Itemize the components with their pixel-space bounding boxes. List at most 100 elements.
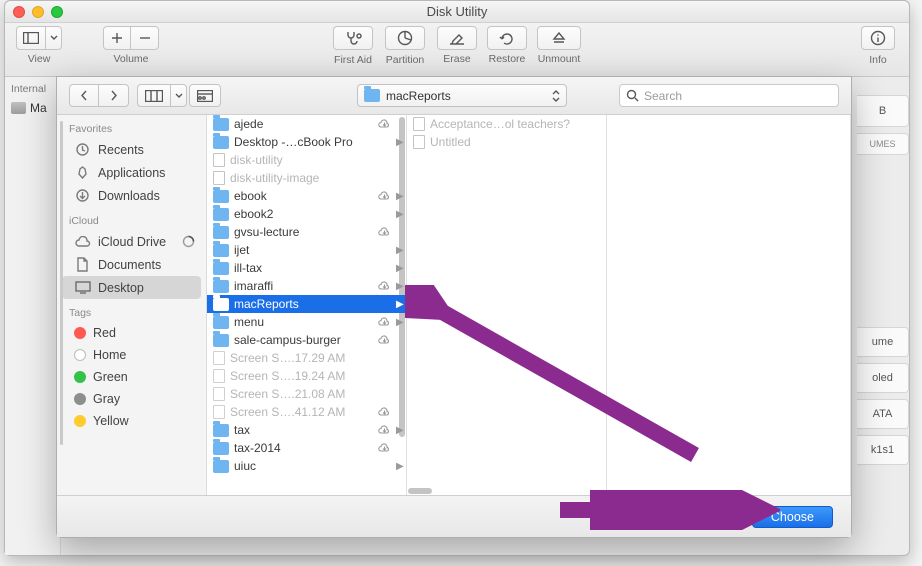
view-label: View bbox=[15, 53, 63, 65]
sidebar-label: iCloud Drive bbox=[98, 235, 166, 249]
volume-buttons[interactable] bbox=[103, 26, 159, 50]
nav-forward-button[interactable] bbox=[99, 84, 129, 107]
sidebar-item-applications[interactable]: Applications bbox=[62, 161, 201, 184]
sidebar-icon bbox=[21, 28, 41, 48]
internal-heading: Internal bbox=[5, 77, 60, 98]
info-button[interactable] bbox=[861, 26, 895, 50]
unmount-label: Unmount bbox=[537, 53, 581, 65]
open-panel-footer: Cancel Choose bbox=[57, 495, 851, 537]
sidebar-tag-home[interactable]: Home bbox=[62, 344, 201, 366]
harddisk-icon bbox=[11, 102, 26, 114]
file-row[interactable]: imaraffi▶ bbox=[207, 277, 406, 295]
unmount-button[interactable] bbox=[537, 26, 581, 50]
file-row[interactable]: macReports▶ bbox=[207, 295, 406, 313]
nav-history bbox=[69, 84, 129, 107]
cancel-button[interactable]: Cancel bbox=[663, 506, 740, 528]
volume-remove-button[interactable] bbox=[131, 26, 159, 50]
folder-icon bbox=[213, 442, 229, 455]
file-row[interactable]: ijet▶ bbox=[207, 241, 406, 259]
sidebar-item-downloads[interactable]: Downloads bbox=[62, 184, 201, 207]
progress-icon bbox=[182, 235, 195, 248]
columns-icon bbox=[145, 90, 163, 102]
volume-label: Volume bbox=[99, 53, 163, 65]
search-field[interactable]: Search bbox=[619, 84, 839, 107]
file-row[interactable]: ebook2▶ bbox=[207, 205, 406, 223]
sidebar-tag-red[interactable]: Red bbox=[62, 322, 201, 344]
obscured-volume-panel: B umes bbox=[857, 95, 909, 161]
search-icon bbox=[626, 89, 639, 102]
file-row[interactable]: sale-campus-burger bbox=[207, 331, 406, 349]
cloud-icon bbox=[74, 234, 91, 249]
file-name: disk-utility bbox=[230, 153, 372, 167]
browser-column-3[interactable] bbox=[607, 115, 851, 495]
image-file-icon bbox=[213, 387, 225, 401]
browser-column-1[interactable]: ajede Desktop -…cBook Pro▶ disk-utility dis… bbox=[207, 115, 407, 495]
document-icon bbox=[413, 117, 425, 131]
view-button[interactable] bbox=[16, 26, 62, 50]
file-row[interactable]: Screen S….21.08 AM bbox=[207, 385, 406, 403]
file-row[interactable]: uiuc▶ bbox=[207, 457, 406, 475]
disk-row[interactable]: Ma bbox=[5, 98, 60, 118]
file-row[interactable]: disk-utility bbox=[207, 151, 406, 169]
file-row[interactable]: Desktop -…cBook Pro▶ bbox=[207, 133, 406, 151]
columns-view-button[interactable] bbox=[137, 84, 171, 107]
view-mode-picker[interactable] bbox=[137, 84, 187, 107]
disclosure-triangle-icon: ▶ bbox=[396, 191, 402, 202]
obscured-text: ume bbox=[857, 327, 909, 357]
path-popup[interactable]: macReports bbox=[357, 84, 567, 107]
file-row[interactable]: Acceptance…ol teachers? bbox=[407, 115, 606, 133]
disk-name: Ma bbox=[30, 101, 47, 115]
file-name: uiuc bbox=[234, 459, 372, 473]
partition-button[interactable] bbox=[385, 26, 425, 50]
disclosure-triangle-icon: ▶ bbox=[396, 245, 402, 256]
sidebar-tag-green[interactable]: Green bbox=[62, 366, 201, 388]
file-row[interactable]: ajede bbox=[207, 115, 406, 133]
stethoscope-icon bbox=[343, 28, 363, 48]
updown-chevron-icon bbox=[552, 88, 560, 104]
sidebar-item-documents[interactable]: Documents bbox=[62, 253, 201, 276]
first-aid-button[interactable] bbox=[333, 26, 373, 50]
sidebar-tag-gray[interactable]: Gray bbox=[62, 388, 201, 410]
erase-button[interactable] bbox=[437, 26, 477, 50]
view-mode-menu-button[interactable] bbox=[171, 84, 187, 107]
file-row[interactable]: Untitled bbox=[407, 133, 606, 151]
file-row[interactable]: ebook▶ bbox=[207, 187, 406, 205]
column-h-scrollbar[interactable] bbox=[408, 488, 432, 494]
sidebar-item-desktop[interactable]: Desktop bbox=[62, 276, 201, 299]
file-row[interactable]: gvsu-lecture bbox=[207, 223, 406, 241]
file-row[interactable]: Screen S….41.12 AM bbox=[207, 403, 406, 421]
sidebar-tag-yellow[interactable]: Yellow bbox=[62, 410, 201, 432]
disclosure-triangle-icon: ▶ bbox=[396, 317, 402, 328]
file-name: Screen S….19.24 AM bbox=[230, 369, 372, 383]
sidebar-label: Applications bbox=[98, 166, 165, 180]
file-name: ajede bbox=[234, 117, 372, 131]
sidebar-item-recents[interactable]: Recents bbox=[62, 138, 201, 161]
nav-back-button[interactable] bbox=[69, 84, 99, 107]
file-row[interactable]: disk-utility-image bbox=[207, 169, 406, 187]
file-row[interactable]: ill-tax▶ bbox=[207, 259, 406, 277]
folder-icon bbox=[213, 280, 229, 293]
sidebar-item-icloud-drive[interactable]: iCloud Drive bbox=[62, 230, 201, 253]
file-row[interactable]: tax-2014 bbox=[207, 439, 406, 457]
folder-icon bbox=[213, 226, 229, 239]
chevron-down-icon bbox=[175, 92, 183, 100]
window-title: Disk Utility bbox=[5, 1, 909, 23]
browser-column-2[interactable]: Acceptance…ol teachers?Untitled bbox=[407, 115, 607, 495]
tag-dot-icon bbox=[74, 371, 86, 383]
obscured-text: oled bbox=[857, 363, 909, 393]
sidebar-scrollbar[interactable] bbox=[60, 121, 63, 445]
sidebar-label: Recents bbox=[98, 143, 144, 157]
group-by-button[interactable] bbox=[189, 84, 221, 107]
info-label: Info bbox=[861, 54, 895, 66]
file-row[interactable]: Screen S….17.29 AM bbox=[207, 349, 406, 367]
file-row[interactable]: Screen S….19.24 AM bbox=[207, 367, 406, 385]
minus-icon bbox=[139, 32, 151, 44]
volume-add-button[interactable] bbox=[103, 26, 131, 50]
choose-button[interactable]: Choose bbox=[752, 506, 833, 528]
folder-icon bbox=[213, 460, 229, 473]
file-row[interactable]: tax▶ bbox=[207, 421, 406, 439]
restore-button[interactable] bbox=[487, 26, 527, 50]
file-row[interactable]: menu▶ bbox=[207, 313, 406, 331]
finder-sidebar: Favorites Recents Applications Downloads… bbox=[57, 115, 207, 495]
eject-icon bbox=[549, 28, 569, 48]
